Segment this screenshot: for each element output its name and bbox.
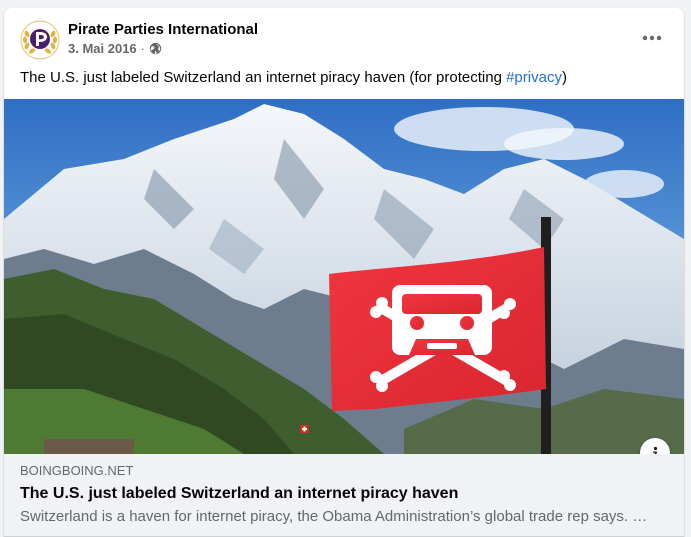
more-options-icon [642,35,662,41]
link-title: The U.S. just labeled Switzerland an int… [20,485,459,502]
author-name[interactable]: Pirate Parties International [68,21,258,38]
pirate-party-logo [20,20,60,60]
link-description: Switzerland is a haven for internet pira… [20,508,648,525]
link-preview-image[interactable] [4,99,684,454]
post-meta: 3. Mai 2016 · [68,41,162,56]
post-card: Pirate Parties International 3. Mai 2016… [4,8,684,537]
meta-separator: · [140,41,145,56]
post-text-main: The U.S. just labeled Switzerland an int… [20,69,507,86]
post-text: The U.S. just labeled Switzerland an int… [20,69,567,86]
avatar[interactable] [20,20,60,60]
post-date[interactable]: 3. Mai 2016 [68,41,137,56]
hashtag-link[interactable]: #privacy [506,69,562,86]
globe-icon [149,42,162,55]
post-text-end: ) [561,69,567,86]
link-preview-box[interactable]: BOINGBOING.NET The U.S. just labeled Swi… [4,454,684,537]
more-options-button[interactable] [634,22,670,54]
link-domain: BOINGBOING.NET [20,463,134,478]
